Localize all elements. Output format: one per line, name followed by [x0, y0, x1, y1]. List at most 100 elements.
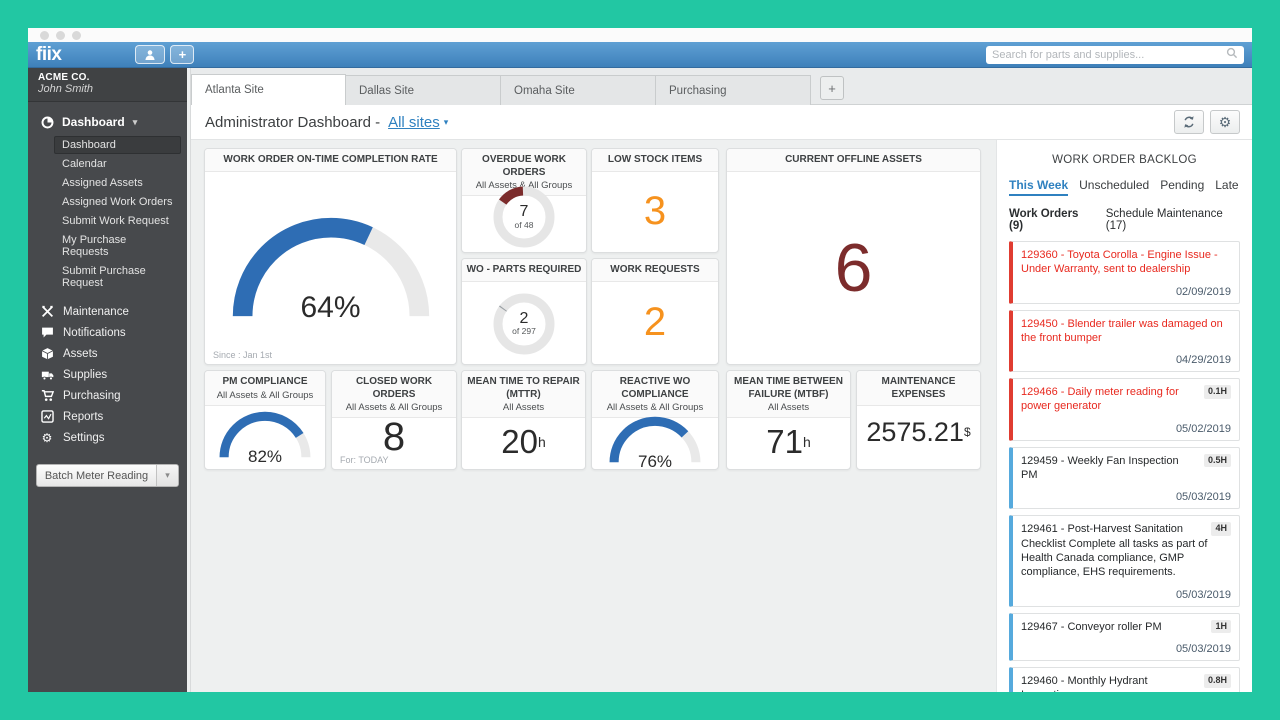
- dashboard-icon: [40, 116, 54, 129]
- window-dot-icon[interactable]: [40, 31, 49, 40]
- gauge-value: 64%: [223, 291, 439, 325]
- search-icon[interactable]: [1226, 46, 1238, 64]
- tab-unscheduled[interactable]: Unscheduled: [1079, 178, 1149, 192]
- sidebar-item-submit-purchase-request[interactable]: Submit Purchase Request: [54, 262, 181, 292]
- browser-chrome: [28, 28, 1252, 42]
- sidebar-item-supplies[interactable]: Supplies: [28, 364, 187, 385]
- search-box[interactable]: [986, 46, 1244, 64]
- card-overdue-work-orders[interactable]: OVERDUE WORK ORDERS All Assets & All Gro…: [461, 148, 587, 253]
- work-order-text: 129467 - Conveyor roller PM: [1021, 621, 1162, 633]
- sidebar-item-label: Reports: [63, 411, 103, 423]
- tab-purchasing[interactable]: Purchasing: [656, 75, 811, 105]
- work-order-text: 129461 - Post-Harvest Sanitation Checkli…: [1021, 523, 1207, 578]
- subtab-work-orders[interactable]: Work Orders (9): [1009, 208, 1092, 232]
- card-mean-time-between-failure[interactable]: MEAN TIME BETWEEN FAILURE (MTBF) All Ass…: [726, 370, 851, 470]
- sidebar-item-label: Purchasing: [63, 390, 121, 402]
- card-work-requests[interactable]: WORK REQUESTS 2: [591, 258, 719, 365]
- work-order-item[interactable]: 4H 129461 - Post-Harvest Sanitation Check…: [1009, 515, 1240, 606]
- sidebar-item-purchasing[interactable]: Purchasing: [28, 385, 187, 406]
- card-current-offline-assets[interactable]: CURRENT OFFLINE ASSETS 6: [726, 148, 981, 365]
- tab-omaha-site[interactable]: Omaha Site: [501, 75, 656, 105]
- card-mean-time-to-repair[interactable]: MEAN TIME TO REPAIR (MTTR) All Assets 20…: [461, 370, 586, 470]
- duration-badge: 1H: [1211, 620, 1231, 634]
- account-block: ACME CO. John Smith: [28, 68, 187, 102]
- tab-this-week[interactable]: This Week: [1009, 178, 1068, 196]
- sidebar-group-label: Dashboard: [62, 115, 125, 129]
- sidebar-item-reports[interactable]: Reports: [28, 406, 187, 427]
- gear-icon: ⚙: [1219, 115, 1232, 129]
- card-low-stock-items[interactable]: LOW STOCK ITEMS 3: [591, 148, 719, 253]
- donut-value: 7: [520, 204, 529, 221]
- duration-badge: 0.5H: [1204, 454, 1231, 468]
- sidebar-item-dashboard[interactable]: Dashboard: [54, 136, 181, 154]
- work-order-text: 129460 - Monthly Hydrant Inspection: [1021, 675, 1148, 692]
- window-dot-icon[interactable]: [56, 31, 65, 40]
- card-title: WORK ORDER ON-TIME COMPLETION RATE: [209, 154, 452, 167]
- work-order-text: 129459 - Weekly Fan Inspection PM: [1021, 455, 1179, 481]
- sidebar-item-maintenance[interactable]: Maintenance: [28, 301, 187, 322]
- work-order-item[interactable]: 1H129467 - Conveyor roller PM 05/03/2019: [1009, 613, 1240, 661]
- duration-badge: 0.1H: [1204, 385, 1231, 399]
- refresh-button[interactable]: [1174, 110, 1204, 134]
- card-maintenance-expenses[interactable]: MAINTENANCE EXPENSES 2575.21$: [856, 370, 981, 470]
- tab-atlanta-site[interactable]: Atlanta Site: [191, 74, 346, 105]
- panel-title: WORK ORDER BACKLOG: [1009, 154, 1240, 166]
- gauge-value: 76%: [605, 452, 705, 470]
- work-order-date: 02/09/2019: [1021, 286, 1231, 298]
- sidebar-item-my-purchase-requests[interactable]: My Purchase Requests: [54, 231, 181, 261]
- add-new-button[interactable]: +: [170, 45, 194, 64]
- work-order-date: 05/03/2019: [1021, 491, 1231, 503]
- work-order-date: 05/03/2019: [1021, 589, 1231, 601]
- work-order-date: 04/29/2019: [1021, 354, 1231, 366]
- search-input[interactable]: [992, 49, 1226, 61]
- card-ontime-completion[interactable]: WORK ORDER ON-TIME COMPLETION RATE 64% S…: [204, 148, 457, 365]
- site-tab-bar: Atlanta Site Dallas Site Omaha Site Purc…: [191, 68, 1252, 105]
- card-title: LOW STOCK ITEMS: [596, 154, 714, 167]
- card-value: 3: [644, 189, 666, 234]
- site-filter-link[interactable]: All sites: [388, 114, 440, 131]
- card-wo-parts-required[interactable]: WO - PARTS REQUIRED 2 of 297: [461, 258, 587, 365]
- card-value: 20: [501, 423, 538, 461]
- card-unit: h: [803, 434, 811, 450]
- gear-icon: ⚙: [40, 431, 54, 444]
- company-name: ACME CO.: [38, 72, 177, 83]
- work-order-item[interactable]: 0.5H 129459 - Weekly Fan Inspection PM 05…: [1009, 447, 1240, 510]
- sidebar-item-dashboard-group[interactable]: Dashboard ▾: [28, 112, 187, 132]
- duration-badge: 0.8H: [1204, 674, 1231, 688]
- card-pm-compliance[interactable]: PM COMPLIANCE All Assets & All Groups 82…: [204, 370, 326, 470]
- sidebar-item-assets[interactable]: Assets: [28, 343, 187, 364]
- refresh-icon: [1182, 115, 1196, 129]
- card-title: WO - PARTS REQUIRED: [466, 264, 582, 277]
- sidebar-item-assigned-assets[interactable]: Assigned Assets: [54, 174, 181, 192]
- card-value: 71: [766, 423, 803, 461]
- sidebar-item-submit-work-request[interactable]: Submit Work Request: [54, 212, 181, 230]
- donut-value: 2: [520, 311, 529, 328]
- card-title: PM COMPLIANCE: [209, 376, 321, 389]
- duration-badge: 4H: [1211, 522, 1231, 536]
- card-closed-work-orders[interactable]: CLOSED WORK ORDERS All Assets & All Grou…: [331, 370, 457, 470]
- subtab-schedule-maintenance[interactable]: Schedule Maintenance (17): [1106, 208, 1240, 232]
- sidebar-item-settings[interactable]: ⚙ Settings: [28, 427, 187, 448]
- tab-dallas-site[interactable]: Dallas Site: [346, 75, 501, 105]
- card-reactive-wo-compliance[interactable]: REACTIVE WO COMPLIANCE All Assets & All …: [591, 370, 719, 470]
- work-order-item[interactable]: 129450 - Blender trailer was damaged on …: [1009, 310, 1240, 373]
- sidebar-item-notifications[interactable]: Notifications: [28, 322, 187, 343]
- work-order-item[interactable]: 0.8H129460 - Monthly Hydrant Inspection …: [1009, 667, 1240, 692]
- tab-pending[interactable]: Pending: [1160, 178, 1204, 192]
- batch-meter-reading-button[interactable]: Batch Meter Reading ▾: [36, 464, 179, 487]
- dashboard-submenu: Dashboard Calendar Assigned Assets Assig…: [28, 132, 187, 301]
- tab-late[interactable]: Late: [1215, 178, 1238, 192]
- truck-icon: [40, 368, 54, 381]
- card-value: 2575.21: [866, 417, 964, 448]
- sidebar-item-assigned-work-orders[interactable]: Assigned Work Orders: [54, 193, 181, 211]
- work-order-item[interactable]: 129360 - Toyota Corolla - Engine Issue -…: [1009, 241, 1240, 304]
- sidebar-item-calendar[interactable]: Calendar: [54, 155, 181, 173]
- window-dot-icon[interactable]: [72, 31, 81, 40]
- chevron-down-icon[interactable]: ▾: [156, 465, 178, 486]
- user-menu-button[interactable]: [135, 45, 165, 64]
- add-tab-button[interactable]: +: [820, 76, 844, 100]
- work-order-date: 05/02/2019: [1021, 423, 1231, 435]
- chevron-down-icon[interactable]: ▾: [444, 117, 449, 128]
- work-order-item[interactable]: 0.1H129466 - Daily meter reading for pow…: [1009, 378, 1240, 441]
- settings-button[interactable]: ⚙: [1210, 110, 1240, 134]
